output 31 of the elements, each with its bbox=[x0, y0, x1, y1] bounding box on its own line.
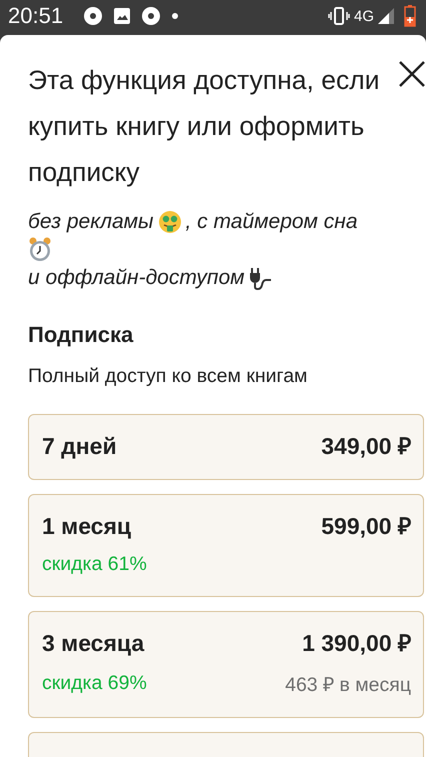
plan-name: 1 месяц bbox=[42, 513, 132, 539]
vibrate-icon bbox=[328, 7, 350, 25]
plan-price: 1 390,00 ₽ bbox=[302, 630, 411, 656]
plan-card[interactable]: 1 месяц 599,00 ₽ скидка 61% bbox=[28, 494, 424, 597]
dot-icon bbox=[171, 12, 180, 20]
disc-icon bbox=[141, 6, 162, 26]
feature-text: без рекламы bbox=[28, 209, 154, 235]
plan-name: 7 дней bbox=[42, 433, 117, 459]
plan-card[interactable]: 7 дней 349,00 ₽ bbox=[28, 414, 424, 480]
image-icon bbox=[113, 7, 132, 25]
discount-label: скидка 61% bbox=[42, 553, 147, 576]
plug-icon bbox=[248, 266, 273, 290]
alarm-clock-icon bbox=[28, 237, 52, 263]
network-label: 4G bbox=[354, 8, 374, 24]
status-time: 20:51 bbox=[8, 3, 64, 29]
dialog-title: Эта функция доступна, если купить книгу или оформить подписку bbox=[28, 64, 381, 189]
plan-name: 3 месяца bbox=[42, 630, 144, 656]
feature-text: , с таймером сна bbox=[186, 209, 358, 235]
monthly-price: 463 ₽ в месяц bbox=[285, 673, 411, 697]
signal-icon bbox=[378, 8, 394, 24]
money-face-icon bbox=[158, 210, 182, 234]
feature-text: и оффлайн-доступом bbox=[28, 265, 245, 291]
discount-label: скидка 69% bbox=[42, 672, 147, 695]
disc-icon bbox=[83, 6, 104, 26]
close-button[interactable] bbox=[398, 60, 426, 88]
section-title: Подписка bbox=[28, 321, 134, 349]
plan-price: 349,00 ₽ bbox=[321, 433, 411, 459]
plan-price: 599,00 ₽ bbox=[321, 513, 411, 539]
plan-card[interactable]: 3 месяца 1 390,00 ₽ скидка 69% 463 ₽ в месяц bbox=[28, 611, 424, 718]
section-subtitle: Полный доступ ко всем книгам bbox=[28, 364, 308, 389]
battery-icon bbox=[404, 5, 416, 27]
